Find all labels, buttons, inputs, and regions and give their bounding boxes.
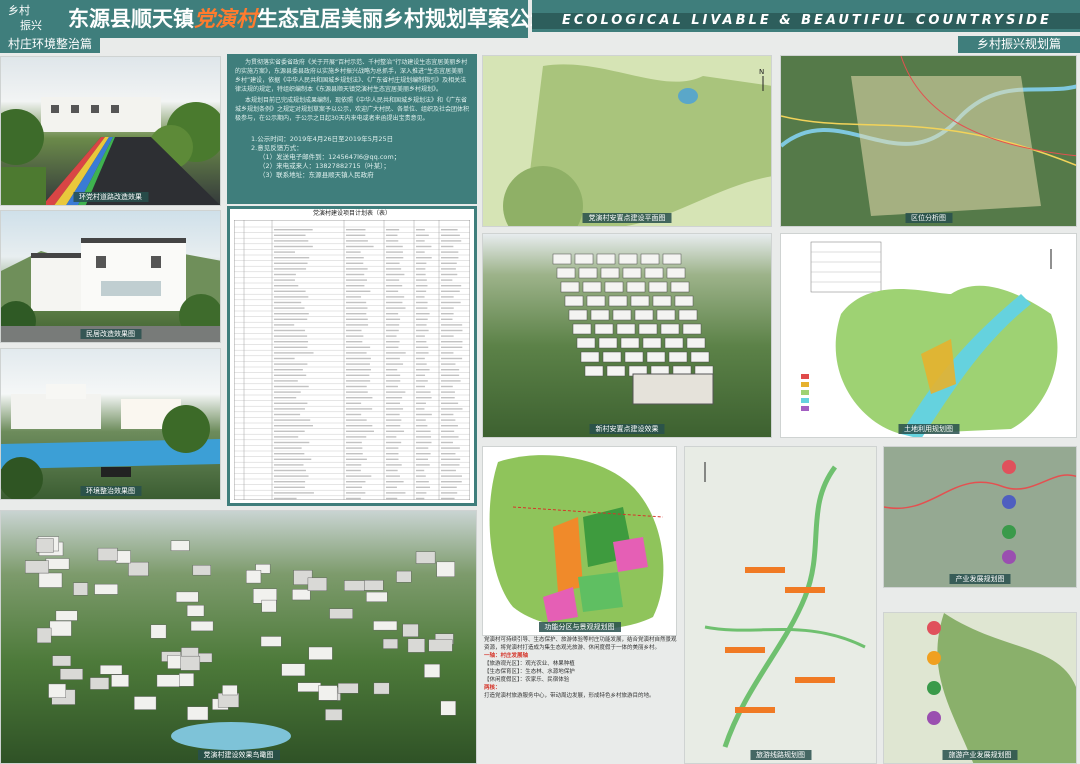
route-map: 旅游线路规划图 <box>684 446 877 764</box>
section-tag-left: 村庄环境整治篇 <box>0 36 100 53</box>
zoning-text-3: 【生态保育区】：生态林、水源地保护 <box>484 668 677 676</box>
notice-block: 1.公示时间：2019年4月26日至2019年5月25日 2.意见反馈方式： （… <box>235 135 469 180</box>
intro-paragraph-1: 为贯彻落实省委省政府《关于开展“百村示范、千村整治”行动建设生态宜居美丽乡村的实… <box>235 58 469 94</box>
industry-illustration-2 <box>884 613 1077 764</box>
industry-map-2: 旅游产业发展规划图 <box>883 612 1077 764</box>
title-prefix: 东源县顺天镇 <box>68 7 194 31</box>
site-plan-map: N 党演村安置点建设平面图 <box>482 55 772 227</box>
landuse-map: 土地利用规划图 <box>780 233 1077 438</box>
aerial-new-village: 新村安置点建设效果 <box>482 233 772 438</box>
industry-map-1: 产业发展规划图 <box>883 446 1077 588</box>
aerial-new-illustration <box>483 234 772 438</box>
notice-methods-title: 2.意见反馈方式： <box>251 144 469 153</box>
title-suffix: 生态宜居美丽乡村规划草案公示 <box>257 7 551 31</box>
header-english: ECOLOGICAL LIVABLE & BEAUTIFUL COUNTRYSI… <box>562 13 1052 29</box>
zoning-core: 两核： <box>484 684 677 692</box>
region-map: 区位分析图 <box>780 55 1077 227</box>
pool-photo: 环境整治效果图 <box>0 348 221 500</box>
header-english-bar: ECOLOGICAL LIVABLE & BEAUTIFUL COUNTRYSI… <box>532 0 1080 32</box>
notice-email: （1）发送电子邮件到：1245647l6@qq.com； <box>251 153 469 162</box>
header-badge-line2: 振兴 <box>8 18 56 33</box>
houses-illustration <box>1 211 221 343</box>
caption-region-map: 区位分析图 <box>905 213 952 223</box>
caption-site-plan: 党演村安置点建设平面图 <box>583 213 672 223</box>
table-grid <box>234 220 470 500</box>
houses-photo: 民居改造效果图 <box>0 210 221 343</box>
page-title: 东源县顺天镇党演村生态宜居美丽乡村规划草案公示 <box>56 0 528 38</box>
landuse-illustration <box>781 234 1077 438</box>
caption-landuse: 土地利用规划图 <box>898 424 959 434</box>
caption-pool: 环境整治效果图 <box>80 486 141 496</box>
zoning-text-4: 【休闲度假区】：农家乐、民宿体验 <box>484 676 677 684</box>
intro-panel: 为贯彻落实省委省政府《关于开展“百村示范、千村整治”行动建设生态宜居美丽乡村的实… <box>227 54 477 204</box>
region-map-illustration <box>781 56 1077 227</box>
caption-industry-2: 旅游产业发展规划图 <box>943 750 1018 760</box>
zoning-text-1: 党演村可持续引导、生态保护、旅游体验等村庄功能发展，结合党演村自然景观资源，将党… <box>484 636 677 652</box>
caption-route: 旅游线路规划图 <box>750 750 811 760</box>
caption-industry-1: 产业发展规划图 <box>950 574 1011 584</box>
industry-illustration-1 <box>884 447 1077 588</box>
zoning-text-5: 打造党演村旅游服务中心，带动周边发展，形成特色乡村旅游目的地。 <box>484 692 677 700</box>
notice-phone: （2）来电或来人：13827882715（叶某）； <box>251 162 469 171</box>
caption-zoning: 功能分区与景观规划图 <box>539 622 621 632</box>
site-plan-illustration: N <box>483 56 772 227</box>
svg-text:N: N <box>759 68 764 76</box>
aerial-village-illustration <box>1 511 477 764</box>
zoning-text-2: 【旅游观光区】：观光农业、林果种植 <box>484 660 677 668</box>
notice-address: （3）联系地址：东源县顺天镇人民政府 <box>251 171 469 180</box>
project-table-panel: 党演村建设项目计划表（表） <box>227 206 477 506</box>
table-title: 党演村建设项目计划表（表） <box>230 209 474 219</box>
caption-aerial-main: 党演村建设效果鸟瞰图 <box>198 750 280 760</box>
notice-period: 1.公示时间：2019年4月26日至2019年5月25日 <box>251 135 469 144</box>
zoning-axis: 一轴：村庄发展轴 <box>484 652 677 660</box>
intro-paragraph-2: 本规划目前已完成规划成果编制，现依照《中华人民共和国城乡规划法》和《广东省城乡规… <box>235 96 469 123</box>
pool-illustration <box>1 349 221 500</box>
caption-aerial-new: 新村安置点建设效果 <box>590 424 665 434</box>
aerial-main-photo: 党演村建设效果鸟瞰图 <box>0 510 477 764</box>
project-table: 党演村建设项目计划表（表） <box>230 209 474 503</box>
header-badge-line1: 乡村 <box>8 3 56 18</box>
caption-houses: 民居改造效果图 <box>80 329 141 339</box>
title-highlight: 党演村 <box>194 7 257 31</box>
route-illustration <box>685 447 877 764</box>
zoning-map: 功能分区与景观规划图 <box>482 446 677 636</box>
section-tag-right: 乡村振兴规划篇 <box>958 36 1080 53</box>
road-photo: 环党村道路改造效果 <box>0 56 221 206</box>
header-badge: 乡村 振兴 <box>0 0 56 38</box>
zoning-description: 党演村可持续引导、生态保护、旅游体验等村庄功能发展，结合党演村自然景观资源，将党… <box>484 636 677 761</box>
caption-road: 环党村道路改造效果 <box>73 192 148 202</box>
road-illustration <box>1 57 221 206</box>
zoning-illustration <box>483 447 677 636</box>
